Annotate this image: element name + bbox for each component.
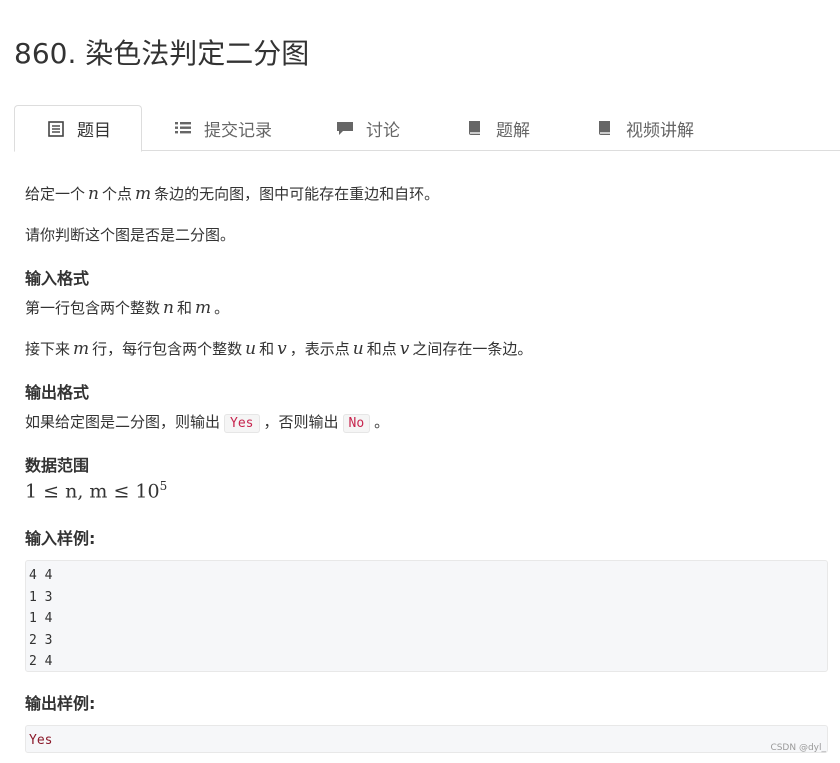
text: ，表示点 [289, 340, 350, 358]
book-icon [599, 121, 610, 135]
math-expression: 1 ≤ n, m ≤ 10 [25, 480, 160, 503]
data-range-heading: 数据范围 [25, 456, 90, 475]
text: 如果给定图是二分图，则输出 [25, 413, 221, 431]
text: 接下来 [25, 340, 71, 358]
math-n: n [163, 298, 174, 318]
page-title: 860. 染色法判定二分图 [14, 37, 310, 70]
output-format-heading: 输出格式 [25, 383, 90, 402]
math-m: m [194, 298, 212, 318]
math-v: v [399, 339, 410, 359]
input-format-heading: 输入格式 [25, 269, 90, 288]
sample-input-heading: 输入样例: [25, 529, 96, 548]
tab-label: 题解 [496, 120, 530, 141]
math-m: m [73, 339, 90, 359]
text: 和 [259, 340, 275, 358]
tab-video[interactable]: 视频讲解 [564, 105, 724, 151]
text: ，否则输出 [263, 413, 339, 431]
tab-label: 提交记录 [204, 120, 272, 141]
description-line-2: 请你判断这个图是否是二分图。 [25, 226, 236, 244]
output-format-line: 如果给定图是二分图，则输出 Yes ，否则输出 No。 [25, 410, 389, 436]
math-n: n [88, 184, 99, 204]
text: 第一行包含两个整数 [25, 299, 161, 317]
tab-solutions[interactable]: 题解 [434, 105, 564, 151]
sample-output-heading: 输出样例: [25, 694, 96, 713]
sample-input-code[interactable]: 4 4 1 3 1 4 2 3 2 4 [25, 560, 828, 672]
input-format-line-2: 接下来 m 行，每行包含两个整数 u 和 v ，表示点 u 和点 v 之间存在一条边。 [25, 337, 532, 361]
tab-label: 视频讲解 [626, 120, 694, 141]
text: 。 [214, 299, 230, 317]
input-format-line-1: 第一行包含两个整数 n 和 m。 [25, 296, 229, 320]
math-m: m [134, 184, 152, 204]
inline-code-no: No [342, 414, 371, 433]
text: 之间存在一条边。 [412, 340, 533, 358]
text: 个点 [101, 185, 132, 203]
text: 条边的无向图，图中可能存在重边和自环。 [154, 185, 440, 203]
math-u: u [352, 339, 364, 359]
math-u: u [245, 339, 257, 359]
math-exponent: 5 [159, 479, 168, 493]
tab-problem[interactable]: 题目 [14, 105, 142, 152]
math-v: v [277, 339, 287, 359]
text: 。 [374, 413, 390, 431]
tab-label: 题目 [77, 121, 111, 141]
text: 和点 [366, 340, 397, 358]
description-line-1: 给定一个 n 个点 m 条边的无向图，图中可能存在重边和自环。 [25, 182, 439, 206]
book-icon [469, 121, 480, 135]
text: 给定一个 [25, 185, 86, 203]
document-icon [48, 120, 64, 137]
watermark: CSDN @dyl_ [770, 743, 826, 753]
sample-output-code[interactable]: Yes [25, 725, 828, 753]
tab-submissions[interactable]: 提交记录 [142, 105, 302, 151]
data-range-formula: 1 ≤ n, m ≤ 105 [25, 479, 167, 502]
text: 和 [176, 299, 192, 317]
tab-label: 讨论 [366, 120, 400, 141]
tab-bar: 题目 提交记录 讨论 题解 视频讲解 [14, 105, 840, 152]
text: 行，每行包含两个整数 [92, 340, 243, 358]
chat-icon [337, 122, 353, 135]
inline-code-yes: Yes [224, 414, 260, 433]
list-icon [175, 122, 191, 134]
tab-discussion[interactable]: 讨论 [304, 105, 434, 151]
